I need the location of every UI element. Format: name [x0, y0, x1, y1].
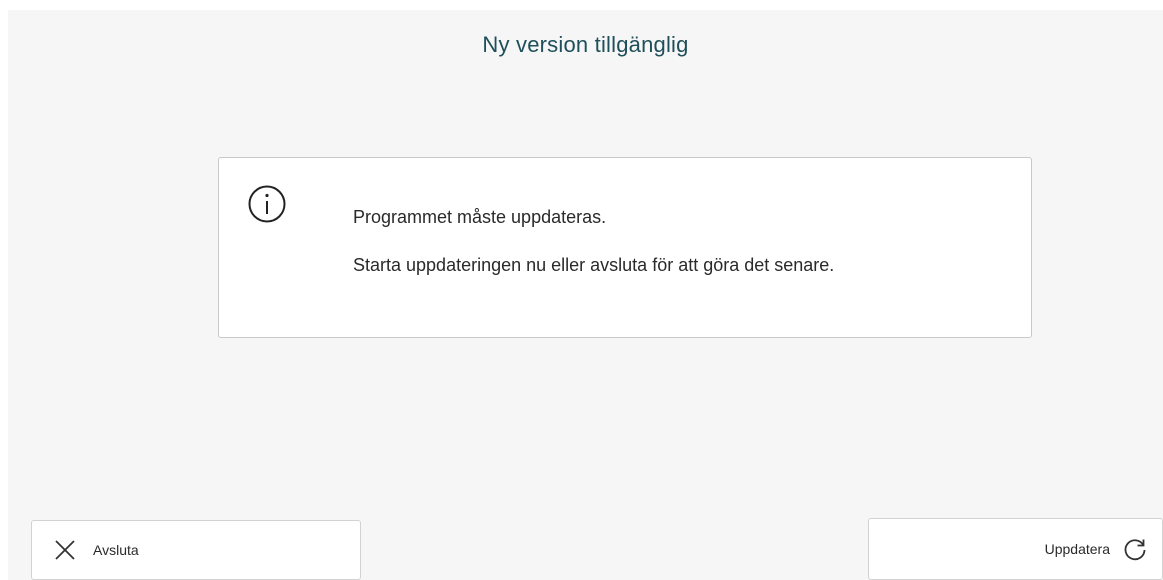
info-circle-icon: [248, 185, 286, 223]
close-icon: [55, 540, 75, 560]
message-line-1: Programmet måste uppdateras.: [353, 207, 607, 227]
update-button-label: Uppdatera: [1044, 541, 1110, 557]
message-card: Programmet måste uppdateras. Starta uppd…: [218, 157, 1032, 338]
page-title: Ny version tillgänglig: [482, 32, 689, 57]
dialog-content-area: Ny version tillgänglig Programmet måste …: [8, 10, 1163, 580]
update-button[interactable]: Uppdatera: [868, 518, 1163, 580]
quit-button-label: Avsluta: [93, 542, 139, 558]
refresh-icon: [1124, 539, 1146, 561]
update-dialog-window: Ny version tillgänglig Programmet måste …: [0, 0, 1163, 580]
message-line-2: Starta uppdateringen nu eller avsluta fö…: [353, 255, 835, 275]
message-text: Programmet måste uppdateras. Starta uppd…: [353, 206, 1013, 276]
quit-button[interactable]: Avsluta: [31, 520, 361, 580]
